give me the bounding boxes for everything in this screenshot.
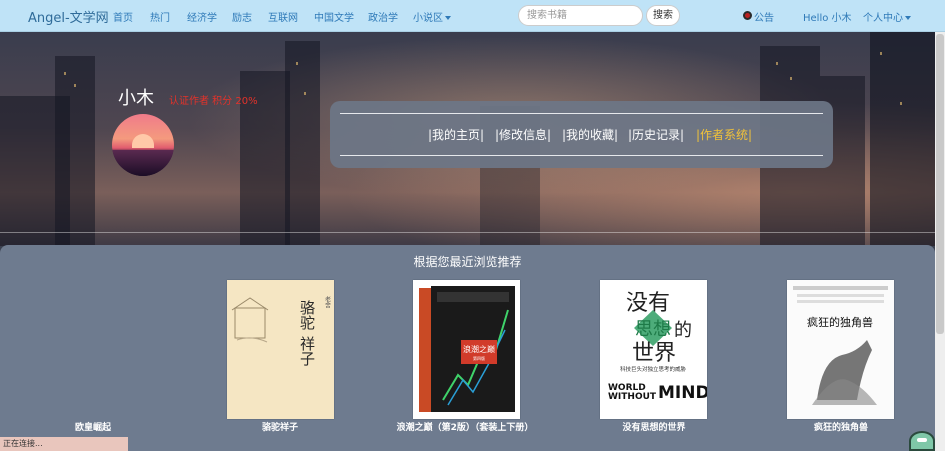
svg-text:没有: 没有 [626,291,670,316]
personal-center-label: 个人中心 [863,13,903,24]
recommend-title: 根据您最近浏览推荐 [413,255,522,269]
book-title[interactable]: 骆驼祥子 [195,420,365,433]
search-button[interactable]: 搜索 [646,5,680,26]
svg-text:老舍: 老舍 [324,295,331,309]
book-title[interactable]: 没有思想的世界 [569,420,739,433]
book-cover[interactable]: 浪潮之巅 第四版 [413,280,520,419]
avatar[interactable] [112,114,174,176]
nav-novel-dropdown[interactable]: 小说区 [413,9,451,24]
nav-economics[interactable]: 经济学 [187,9,217,24]
book-cover-art: 疯狂的独角兽 [787,280,894,419]
recommend-section: 根据您最近浏览推荐 骆驼 祥子 老舍 浪潮之巅 第四版 没有 思想 的 世界 科… [0,245,935,451]
menu-my-homepage[interactable]: |我的主页| [428,126,484,143]
top-navbar: Angel-文学网 首页 热门 经济学 励志 互联网 中国文学 政治学 小说区 … [0,0,945,32]
menu-my-favorites[interactable]: |我的收藏| [562,126,618,143]
book-cover[interactable]: 骆驼 祥子 老舍 [227,280,334,419]
nav-hot[interactable]: 热门 [150,9,170,24]
profile-banner: 小木 认证作者 积分 20% |我的主页| |修改信息| |我的收藏| |历史记… [0,32,935,246]
notice-link[interactable]: 公告 [754,9,774,24]
mascot-icon[interactable] [909,431,935,451]
svg-text:的: 的 [674,320,692,341]
book-title[interactable]: 欧皇崛起 [8,420,178,433]
status-bar: 正在连接... [0,437,128,451]
nav-internet[interactable]: 互联网 [268,9,298,24]
svg-text:疯狂的独角兽: 疯狂的独角兽 [807,315,873,329]
search-input[interactable] [518,5,643,26]
greeting-link[interactable]: Hello 小木 [803,9,852,24]
svg-text:世界: 世界 [632,341,676,366]
nav-home[interactable]: 首页 [113,9,133,24]
notice-icon[interactable] [743,11,752,20]
svg-text:思想: 思想 [635,319,671,340]
profile-username: 小木 [118,88,154,109]
divider [0,232,935,233]
nav-novel-label: 小说区 [413,13,443,24]
book-title[interactable]: 浪潮之巅（第2版）（套装上下册） [380,420,550,433]
book-cover-art: 骆驼 祥子 老舍 [227,280,334,419]
building-shape [870,32,935,246]
book-cover-art: 没有 思想 的 世界 科技巨头对独立思考的威胁 WORLD WITHOUT MI… [600,280,707,419]
book-cover[interactable]: 疯狂的独角兽 [787,280,894,419]
caret-down-icon [905,16,911,20]
personal-center-dropdown[interactable]: 个人中心 [863,9,911,24]
svg-text:科技巨头对独立思考的威胁: 科技巨头对独立思考的威胁 [620,365,687,373]
menu-history[interactable]: |历史记录| [628,126,684,143]
nav-chinese-literature[interactable]: 中国文学 [314,9,354,24]
author-badge: 认证作者 积分 20% [169,96,258,107]
book-title[interactable]: 疯狂的独角兽 [756,420,926,433]
svg-text:祥子: 祥子 [298,336,316,366]
caret-down-icon [445,16,451,20]
menu-author-system[interactable]: |作者系统| [696,126,752,143]
scrollbar-thumb[interactable] [936,34,944,334]
svg-text:WITHOUT: WITHOUT [608,392,657,402]
nav-politics[interactable]: 政治学 [368,9,398,24]
building-shape [285,41,320,246]
user-menu-panel: |我的主页| |修改信息| |我的收藏| |历史记录| |作者系统| [330,101,833,168]
svg-text:MIND: MIND [658,383,707,403]
cover-title-text: 骆驼 [298,300,316,330]
nav-inspiration[interactable]: 励志 [232,9,252,24]
brand-logo[interactable]: Angel-文学网 [28,7,109,26]
svg-text:浪潮之巅: 浪潮之巅 [463,344,495,354]
book-cover-art: 浪潮之巅 第四版 [413,280,520,419]
menu-edit-info[interactable]: |修改信息| [495,126,551,143]
book-cover[interactable]: 没有 思想 的 世界 科技巨头对独立思考的威胁 WORLD WITHOUT MI… [600,280,707,419]
svg-text:第四版: 第四版 [473,355,485,361]
